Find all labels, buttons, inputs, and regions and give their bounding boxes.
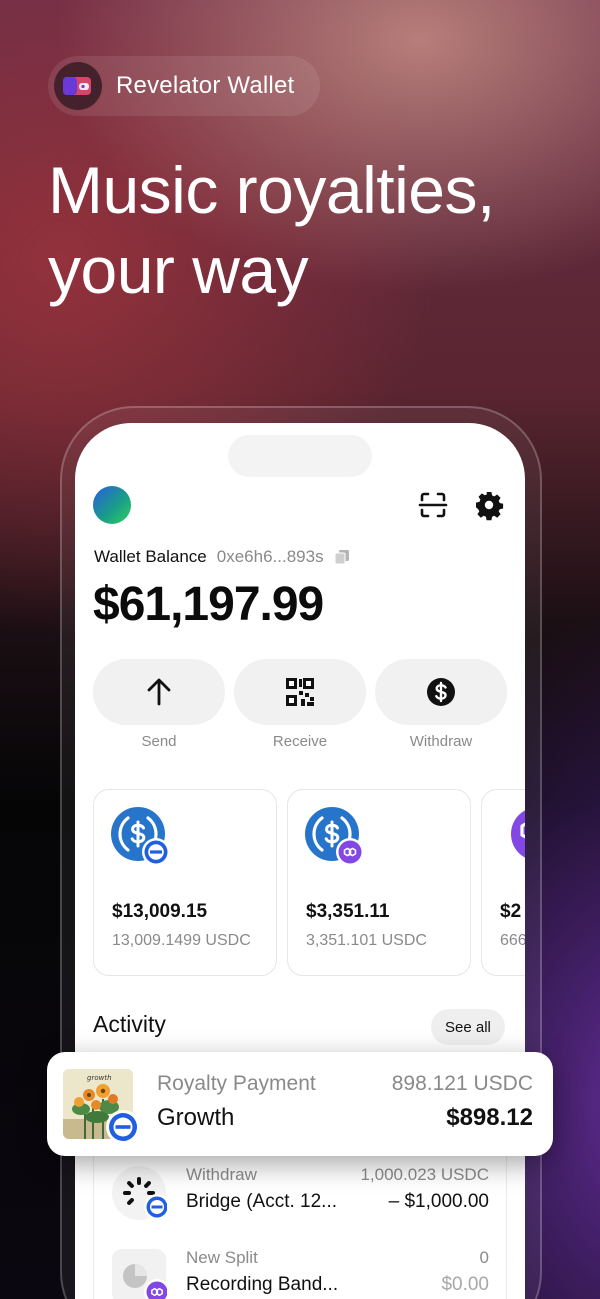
token-card[interactable]: $13,009.15 13,009.1499 USDC xyxy=(93,789,277,976)
usdc-icon xyxy=(110,806,174,870)
loading-icon xyxy=(111,1165,170,1221)
copy-icon[interactable] xyxy=(334,549,350,565)
dollar-circle-icon xyxy=(427,678,455,706)
withdraw-label: Withdraw xyxy=(409,733,473,750)
token-value: $13,009.15 xyxy=(112,901,208,922)
activity-sub-amount: 0 xyxy=(479,1248,489,1267)
headline-line-2: your way xyxy=(48,233,309,307)
token-amount: 3,351.101 USDC xyxy=(306,932,427,949)
token-value: $2 xyxy=(500,901,522,922)
activity-type: Withdraw xyxy=(186,1165,257,1184)
featured-activity-name: Growth xyxy=(157,1104,235,1131)
wallet-balance-amount: $61,197.99 xyxy=(93,578,324,631)
featured-activity-sub-amount: 898.121 USDC xyxy=(391,1072,533,1095)
featured-activity-card[interactable]: growth Royalty Payment Growth 898.121 US… xyxy=(47,1052,553,1156)
token-card[interactable]: $3,351.11 3,351.101 USDC xyxy=(287,789,471,976)
brand-pill: Revelator Wallet xyxy=(48,56,321,116)
activity-sub-amount: 1,000.023 USDC xyxy=(360,1165,489,1184)
avatar[interactable] xyxy=(93,486,131,524)
phone-screen: Wallet Balance 0xe6h6...893s $61,197.99 … xyxy=(75,423,525,1299)
activity-amount: $0.00 xyxy=(441,1274,489,1295)
polygon-icon xyxy=(498,806,525,870)
dynamic-island xyxy=(228,435,372,477)
wallet-balance-row: Wallet Balance 0xe6h6...893s xyxy=(94,547,350,567)
headline-line-1: Music royalties, xyxy=(48,153,495,227)
wallet-balance-label: Wallet Balance xyxy=(94,547,207,566)
headline: Music royalties, your way xyxy=(48,150,495,310)
activity-title: Activity xyxy=(93,1011,166,1037)
send-button[interactable] xyxy=(93,659,225,725)
album-art-title: growth xyxy=(87,1074,112,1082)
send-label: Send xyxy=(141,733,177,750)
list-item[interactable]: New Split Recording Band... 0 $0.00 xyxy=(93,1248,489,1299)
token-value: $3,351.11 xyxy=(306,901,390,922)
receive-label: Receive xyxy=(272,733,328,750)
scan-icon[interactable] xyxy=(417,489,449,521)
split-icon xyxy=(111,1248,170,1299)
usdc-icon xyxy=(304,806,368,870)
qr-code-icon xyxy=(286,678,314,706)
arrow-up-icon xyxy=(147,678,171,706)
activity-name: Bridge (Acct. 12... xyxy=(186,1191,338,1212)
wallet-icon xyxy=(54,62,102,110)
receive-button[interactable] xyxy=(234,659,366,725)
activity-amount: – $1,000.00 xyxy=(388,1191,489,1212)
featured-activity-type: Royalty Payment xyxy=(157,1072,316,1095)
featured-activity-amount: $898.12 xyxy=(446,1104,533,1131)
token-amount: 13,009.1499 USDC xyxy=(112,932,251,949)
activity-name: Recording Band... xyxy=(186,1274,339,1295)
see-all-button[interactable]: See all xyxy=(431,1009,505,1045)
token-card[interactable]: $2 666 xyxy=(481,789,525,976)
activity-type: New Split xyxy=(186,1248,258,1267)
token-amount: 666 xyxy=(500,932,525,949)
brand-name: Revelator Wallet xyxy=(116,72,295,99)
gear-icon[interactable] xyxy=(473,489,505,521)
network-badge-icon xyxy=(105,1109,140,1144)
list-item[interactable]: Withdraw Bridge (Acct. 12... 1,000.023 U… xyxy=(93,1165,489,1235)
wallet-address[interactable]: 0xe6h6...893s xyxy=(217,547,324,567)
withdraw-button[interactable] xyxy=(375,659,507,725)
